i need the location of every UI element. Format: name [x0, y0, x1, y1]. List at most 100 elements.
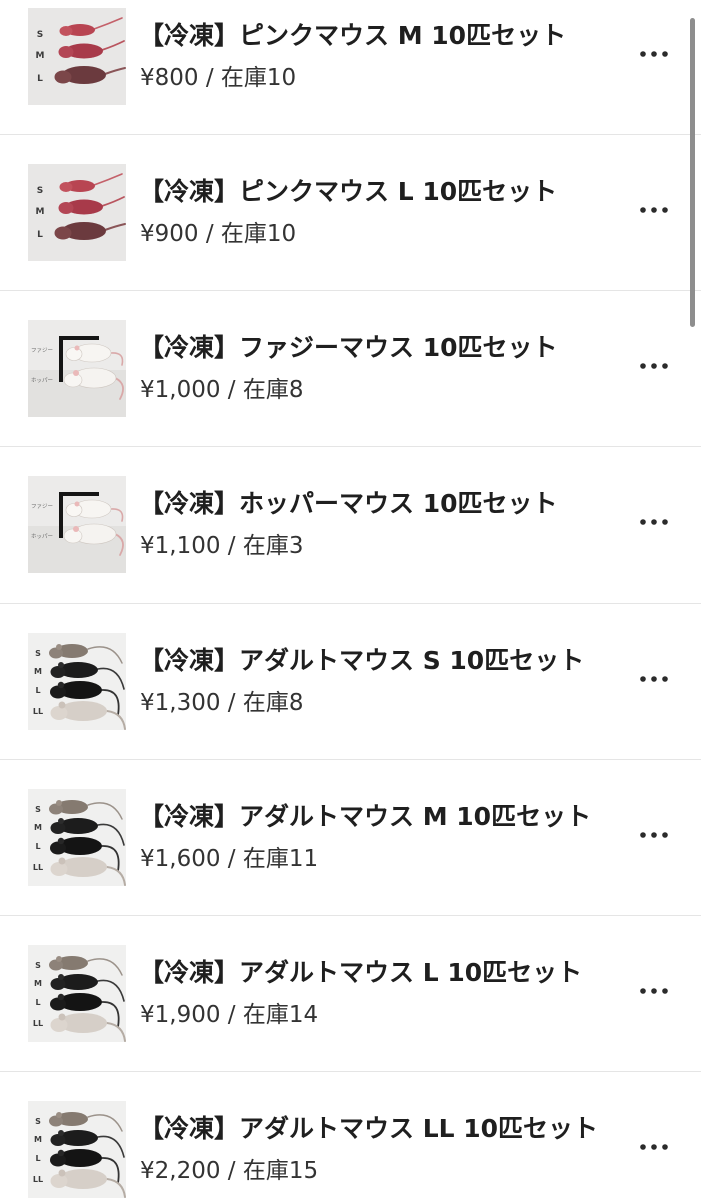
mouse-head: [54, 226, 72, 240]
more-horizontal-icon: [640, 675, 668, 682]
mouse-ear: [73, 526, 79, 533]
mouse-head: [50, 1017, 68, 1032]
product-price: ¥1,900: [140, 1001, 221, 1028]
product-list-item-content: S M L LL 【冷凍】アダルトマウス L 10匹セット ¥1,900 / 在庫14: [0, 944, 701, 1042]
mouse-ear: [57, 681, 65, 688]
thumbnail-size-label: S: [35, 1117, 41, 1126]
mouse-ear: [58, 661, 64, 668]
mouse-head: [50, 1153, 66, 1167]
thumbnail-background-highlight: [28, 476, 126, 527]
thumbnail-size-label: M: [36, 51, 45, 61]
dot: [651, 988, 657, 994]
thumbnail-size-label: S: [35, 649, 41, 658]
mouse-head: [65, 503, 83, 518]
mouse-ear: [56, 643, 62, 650]
product-list-item-content: S M L LL 【冷凍】アダルトマウス M 10匹セット ¥1,600 / 在庫11: [0, 788, 701, 886]
more-options-button[interactable]: [632, 188, 676, 232]
product-thumbnail: ファジー ホッパー: [28, 320, 126, 418]
thumbnail-size-label: LL: [33, 1175, 43, 1184]
scrollbar-thumb[interactable]: [690, 18, 695, 327]
mouse-ear: [58, 701, 66, 709]
thumbnail-photo: SMLLL: [28, 944, 126, 1042]
product-list-item[interactable]: S M L LL 【冷凍】アダルトマウス M 10匹セット ¥1,600 / 在庫11: [0, 760, 701, 916]
thumbnail-size-label: M: [34, 979, 42, 988]
product-price-stock: ¥1,300 / 在庫8: [140, 689, 304, 717]
product-list-item[interactable]: S M L LL 【冷凍】アダルトマウス S 10匹セット ¥1,300 / 在庫8: [0, 604, 701, 760]
product-title: 【冷凍】ピンクマウス L 10匹セット: [139, 177, 558, 206]
thumbnail-size-label: M: [36, 207, 45, 217]
mouse-ear: [56, 1112, 62, 1119]
thumbnail-size-label: S: [35, 961, 41, 970]
product-price-stock: ¥1,000 / 在庫8: [140, 376, 304, 404]
thumbnail-size-label: ファジー: [31, 347, 53, 354]
dot: [640, 363, 646, 369]
thumbnail-photo: S M L: [28, 164, 126, 261]
dot: [640, 51, 646, 57]
dot: [651, 363, 657, 369]
price-stock-separator: /: [220, 377, 243, 404]
thumbnail-size-label: S: [35, 805, 41, 814]
dot: [640, 519, 646, 526]
dot: [662, 831, 668, 838]
dot: [651, 1144, 657, 1150]
product-price: ¥1,300: [140, 689, 221, 716]
product-list-item-content: S M L 【冷凍】ピンクマウス L 10匹セット ¥900 / 在庫10: [0, 164, 701, 261]
thumbnail-size-label: ファジー: [31, 503, 53, 510]
thumbnail-background-highlight: [28, 320, 126, 371]
product-list-item-content: S M L LL 【冷凍】アダルトマウス LL 10匹セット ¥2,200 / 在庫1…: [0, 1101, 701, 1199]
more-options-button[interactable]: [632, 500, 676, 544]
mouse-head: [50, 705, 68, 720]
product-stock: 在庫15: [242, 1158, 319, 1185]
product-price-stock: ¥1,100 / 在庫3: [140, 532, 304, 560]
dot: [662, 363, 668, 369]
mouse-head: [50, 861, 68, 876]
more-options-button[interactable]: [632, 657, 676, 701]
product-list-item[interactable]: S M L 【冷凍】ピンクマウス M 10匹セット ¥800 / 在庫10: [0, 0, 701, 135]
mouse-ear: [74, 345, 80, 351]
mouse-ear: [57, 837, 65, 844]
thumbnail-size-label: S: [37, 186, 43, 196]
mouse-ear: [58, 1169, 66, 1177]
product-thumbnail: S M L: [28, 164, 126, 261]
product-list-item[interactable]: ファジー ホッパー 【冷凍】ホッパーマウス 10匹セット ¥1,100 / 在庫3: [0, 447, 701, 604]
mouse-ear: [56, 955, 62, 962]
product-list-item[interactable]: ファジー ホッパー 【冷凍】ファジーマウス 10匹セット ¥1,000 / 在庫8: [0, 291, 701, 448]
product-list-item[interactable]: S M L LL 【冷凍】アダルトマウス L 10匹セット ¥1,900 / 在庫14: [0, 916, 701, 1073]
more-horizontal-icon: [640, 363, 668, 369]
product-list-item-content: S M L LL 【冷凍】アダルトマウス S 10匹セット ¥1,300 / 在庫8: [0, 632, 701, 730]
product-price-stock: ¥1,600 / 在庫11: [140, 845, 318, 873]
product-price: ¥1,100: [140, 533, 221, 560]
more-options-button[interactable]: [632, 1125, 676, 1169]
dot: [662, 1144, 668, 1150]
mouse-ear: [58, 817, 64, 824]
product-price: ¥800: [140, 65, 199, 91]
product-list-item[interactable]: S M L 【冷凍】ピンクマウス L 10匹セット ¥900 / 在庫10: [0, 135, 701, 292]
product-thumbnail: S M L: [28, 8, 126, 105]
more-options-button[interactable]: [632, 32, 676, 76]
dot: [651, 519, 657, 526]
thumbnail-size-label: L: [35, 842, 40, 851]
dot: [640, 207, 646, 213]
dot: [651, 831, 657, 838]
product-title: 【冷凍】アダルトマウス S 10匹セット: [139, 645, 585, 675]
product-price: ¥2,200: [140, 1158, 221, 1185]
dot: [662, 519, 668, 526]
more-horizontal-icon: [640, 207, 668, 213]
product-thumbnail: S M L LL: [28, 1101, 126, 1199]
mouse-ear: [58, 857, 66, 865]
product-list-item[interactable]: S M L LL 【冷凍】アダルトマウス LL 10匹セット ¥2,200 / 在庫1…: [0, 1072, 701, 1199]
mouse-head: [50, 841, 66, 855]
more-options-button[interactable]: [632, 969, 676, 1013]
product-stock: 在庫8: [242, 689, 304, 716]
thumbnail-size-label: L: [35, 998, 40, 1007]
thumbnail-photo: SMLLL: [28, 632, 126, 730]
mouse-head: [50, 685, 66, 699]
mouse-head: [59, 26, 73, 36]
mouse-head: [50, 1174, 68, 1189]
thumbnail-photo: ファジーホッパー: [28, 476, 126, 574]
more-options-button[interactable]: [632, 813, 676, 857]
thumbnail-size-label: M: [34, 823, 42, 832]
mouse-ear: [58, 1130, 64, 1137]
more-options-button[interactable]: [632, 344, 676, 388]
product-stock: 在庫3: [242, 533, 304, 560]
